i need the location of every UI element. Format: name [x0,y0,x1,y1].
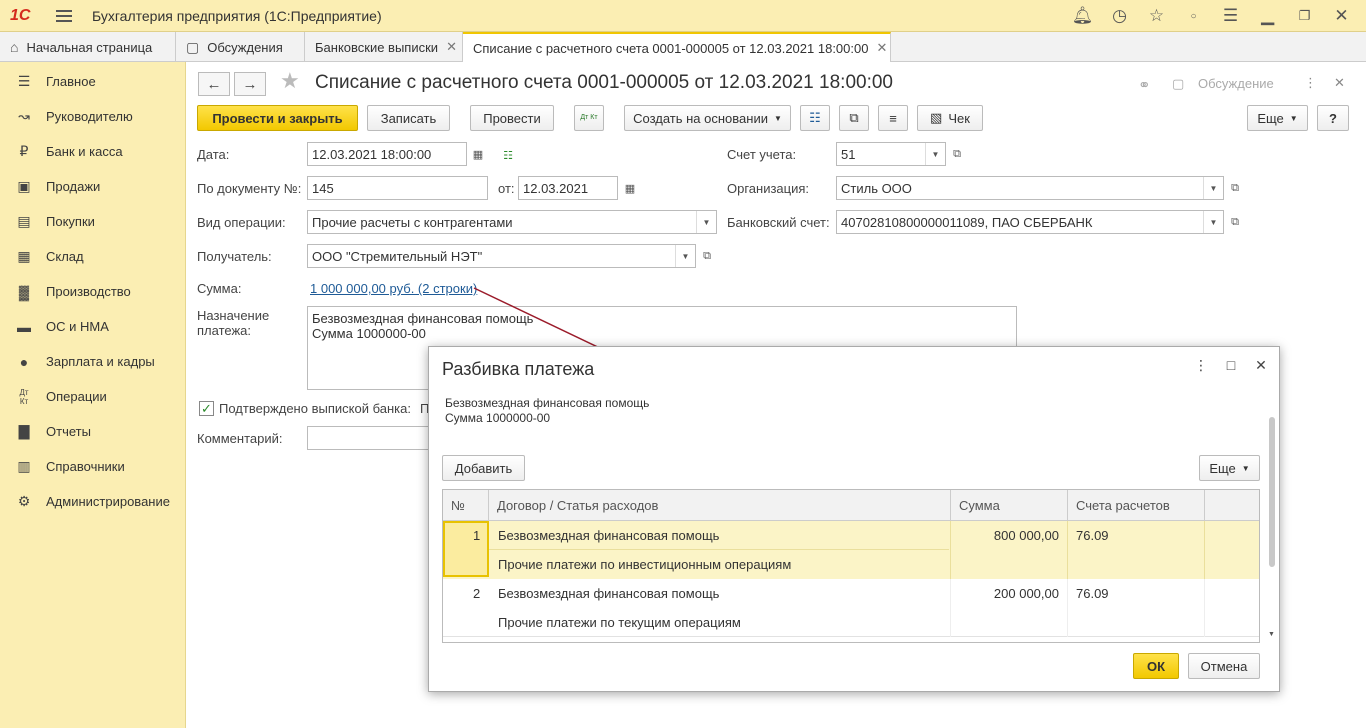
row-account: 76.09 [1076,528,1109,543]
row-contract: Безвозмездная финансовая помощь [498,528,720,543]
payment-breakdown-dialog: Разбивка платежа ⋮ □ ✕ Безвозмездная фин… [428,346,1280,692]
cancel-button[interactable]: Отмена [1188,653,1260,679]
scroll-down-icon[interactable]: ▼ [1268,631,1275,638]
row-article: Прочие платежи по текущим операциям [498,615,741,630]
table-header: № Договор / Статья расходов Сумма Счета … [443,490,1259,521]
dialog-description-line: Безвозмездная финансовая помощь [445,396,650,410]
breakdown-table: № Договор / Статья расходов Сумма Счета … [442,489,1260,643]
more-button[interactable]: Еще ▼ [1199,455,1260,481]
row-article: Прочие платежи по инвестиционным операци… [498,557,792,572]
row-sum: 800 000,00 [993,528,1059,543]
maximize-icon[interactable]: □ [1223,357,1239,374]
table-row[interactable]: 1 Безвозмездная финансовая помощь Прочие… [443,521,1259,579]
column-header-blank [1205,490,1259,521]
column-header-contract[interactable]: Договор / Статья расходов [489,490,951,521]
more-vertical-icon[interactable]: ⋮ [1193,357,1209,374]
dialog-description: Безвозмездная финансовая помощь Сумма 10… [445,396,649,426]
table-row[interactable]: 2 Безвозмездная финансовая помощь Прочие… [443,579,1259,637]
chevron-down-icon: ▼ [1241,463,1250,473]
row-num: 1 [473,528,481,543]
row-contract: Безвозмездная финансовая помощь [498,586,720,601]
row-sum: 200 000,00 [993,586,1059,601]
dialog-description-line: Сумма 1000000-00 [445,411,551,425]
scrollbar[interactable]: ▼ [1268,413,1276,643]
column-header-sum[interactable]: Сумма [951,490,1068,521]
row-account: 76.09 [1076,586,1109,601]
column-header-num[interactable]: № [443,490,489,521]
dialog-title: Разбивка платежа [442,359,595,379]
column-header-account[interactable]: Счета расчетов [1068,490,1205,521]
scrollbar-thumb[interactable] [1269,417,1275,567]
row-num: 2 [473,586,481,601]
ok-button[interactable]: ОК [1133,653,1179,679]
current-cell[interactable] [443,521,489,577]
add-button[interactable]: Добавить [442,455,525,481]
more-label: Еще [1209,460,1236,476]
close-icon[interactable]: ✕ [1253,357,1269,374]
